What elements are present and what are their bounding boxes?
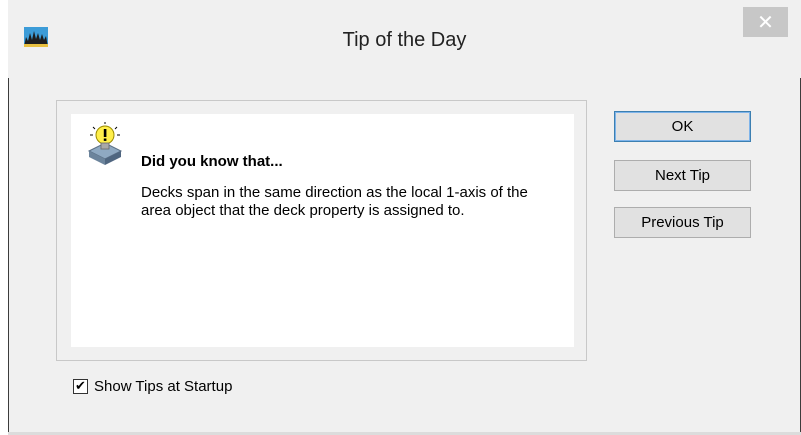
previous-tip-button[interactable]: Previous Tip — [614, 207, 751, 238]
checkmark-icon: ✔ — [75, 379, 86, 394]
show-tips-checkbox[interactable]: ✔ — [73, 379, 88, 394]
show-tips-option[interactable]: ✔ Show Tips at Startup — [73, 378, 232, 395]
tip-text: Decks span in the same direction as the … — [141, 184, 528, 219]
lightbulb-icon — [87, 122, 123, 165]
tip-heading: Did you know that... — [141, 153, 283, 170]
tip-content-area — [71, 114, 574, 347]
title-bar[interactable]: Tip of the Day ✕ — [8, 0, 801, 78]
ok-button[interactable]: OK — [614, 111, 751, 142]
close-icon: ✕ — [757, 10, 774, 34]
next-tip-button[interactable]: Next Tip — [614, 160, 751, 191]
show-tips-label[interactable]: Show Tips at Startup — [94, 378, 232, 395]
close-button[interactable]: ✕ — [743, 7, 788, 37]
window-title: Tip of the Day — [342, 29, 467, 51]
